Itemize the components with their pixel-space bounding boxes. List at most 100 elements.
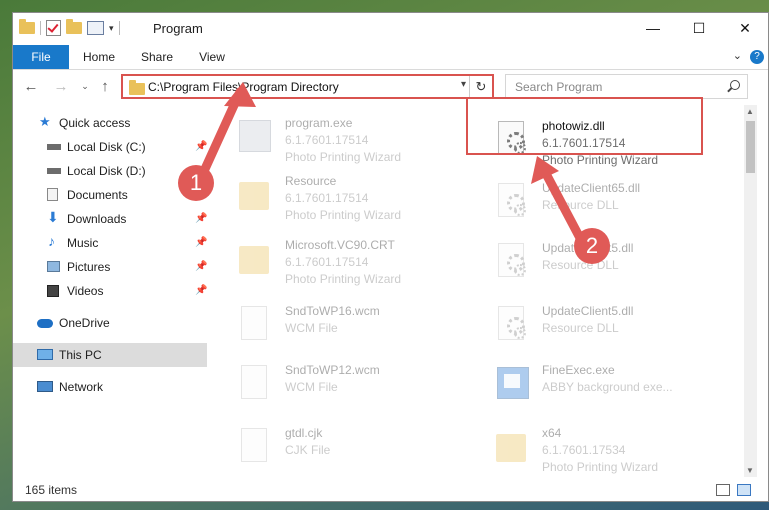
properties-check-icon[interactable] [46,20,61,36]
sidebar-item-network[interactable]: Network [13,375,207,399]
pin-icon: 📌 [195,285,208,296]
sidebar-item-documents[interactable]: Documents 📌 [13,183,207,207]
properties-icon[interactable] [87,21,104,35]
sidebar-item-music[interactable]: ♪ Music 📌 [13,231,207,255]
maximize-button[interactable]: ☐ [676,13,722,43]
sidebar-item-local-disk-c[interactable]: Local Disk (C:) 📌 [13,135,207,159]
file-name: gtdl.cjk [285,426,323,440]
file-icon [241,306,267,340]
ribbon-tabs: File Home Share View ⌄ ? [13,45,768,70]
sidebar-item-quick-access[interactable]: ★ Quick access [13,111,207,135]
title-bar: ▾ Program — ☐ ✕ [13,13,768,45]
new-folder-icon[interactable] [66,19,82,34]
sidebar-item-label: Videos [67,284,104,298]
file-version: 6.1.7601.17514 [285,133,369,147]
tab-view[interactable]: View [187,45,237,69]
file-item[interactable]: UpdateClient65.dll Resource DLL [480,175,725,231]
sidebar-item-label: Documents [67,188,128,202]
back-arrow-icon[interactable]: ← [21,76,41,96]
scrollbar-thumb[interactable] [746,121,755,173]
sidebar-item-videos[interactable]: Videos 📌 [13,279,207,303]
scroll-down-arrow-icon[interactable]: ▼ [746,466,754,475]
file-item[interactable]: Microsoft.VC90.CRT 6.1.7601.17514 Photo … [223,232,468,288]
cloud-icon [37,319,53,328]
file-item[interactable]: program.exe 6.1.7601.17514 Photo Printin… [223,110,468,166]
customize-toolbar-chevron-icon[interactable]: ▾ [109,23,114,34]
folder-icon [19,19,35,34]
file-type: Resource DLL [542,321,619,335]
file-name: x64 [542,426,562,440]
dll-gear-icon [498,243,526,277]
up-arrow-icon[interactable]: ↑ [95,76,115,96]
pin-icon: 📌 [195,141,208,152]
forward-arrow-icon[interactable]: → [51,76,71,96]
file-name: SndToWP16.wcm [285,304,380,318]
address-bar[interactable]: C:\Program Files\Program Directory ▾ ↻ [121,74,494,99]
sidebar-item-local-disk-d[interactable]: Local Disk (D:) [13,159,207,183]
large-icons-view-icon[interactable] [737,484,751,496]
dll-gear-icon [498,183,526,217]
sidebar-item-label: Music [67,236,99,250]
file-version: 6.1.7601.17534 [542,443,626,457]
refresh-icon[interactable]: ↻ [469,76,492,97]
pin-icon: 📌 [195,213,208,224]
recent-locations-chevron-icon[interactable]: ⌄ [75,76,95,96]
file-name: UpdateClient65.dll [542,181,641,195]
help-icon[interactable]: ? [750,50,764,64]
address-path[interactable]: C:\Program Files\Program Directory [148,80,339,94]
tab-file[interactable]: File [13,45,69,69]
tab-share[interactable]: Share [129,45,185,69]
item-count: 165 items [25,483,78,497]
sidebar-item-label: Downloads [67,212,127,226]
minimize-button[interactable]: — [630,13,676,43]
documents-icon [47,188,58,201]
sidebar-item-label: This PC [59,348,102,362]
search-input[interactable]: Search Program [505,74,748,99]
program-icon [239,120,271,152]
file-item[interactable]: gtdl.cjk CJK File [223,420,468,476]
file-description: Photo Printing Wizard [542,460,659,474]
pictures-icon [47,261,60,272]
file-item[interactable]: UpdateClient5.dll Resource DLL [480,235,725,291]
close-button[interactable]: ✕ [722,13,768,43]
search-icon[interactable] [730,80,740,90]
videos-icon [47,285,59,297]
file-description: Photo Printing Wizard [285,208,402,222]
file-name: UpdateClient5.dll [542,304,634,318]
music-icon: ♪ [48,233,55,249]
file-list: program.exe 6.1.7601.17514 Photo Printin… [218,105,743,477]
drive-icon [47,168,61,174]
file-item[interactable]: x64 6.1.7601.17534 Photo Printing Wizard [480,420,725,476]
window-controls: — ☐ ✕ [630,13,768,43]
toolbar-divider [40,21,41,35]
vertical-scrollbar[interactable]: ▲ ▼ [744,105,757,477]
sidebar-item-downloads[interactable]: ⬇ Downloads 📌 [13,207,207,231]
tab-home[interactable]: Home [71,45,127,69]
sidebar-item-pictures[interactable]: Pictures 📌 [13,255,207,279]
exe-icon [497,367,529,399]
folder-icon [239,182,269,210]
sidebar-item-label: OneDrive [59,316,110,330]
file-description: Photo Printing Wizard [285,272,402,286]
file-item[interactable]: FineExec.exe ABBY background exe... [480,357,725,413]
file-description: Photo Printing Wizard [285,150,402,164]
file-item[interactable]: SndToWP12.wcm WCM File [223,357,468,413]
sidebar-item-onedrive[interactable]: OneDrive [13,311,207,335]
expand-ribbon-chevron-icon[interactable]: ⌄ [733,49,742,62]
address-dropdown-chevron-icon[interactable]: ▾ [461,79,466,90]
status-bar: 165 items [13,478,768,501]
details-view-icon[interactable] [716,484,730,496]
network-icon [37,381,53,392]
sidebar-item-label: Quick access [59,116,131,130]
file-item[interactable]: UpdateClient5.dll Resource DLL [480,298,725,354]
dll-gear-icon [498,306,526,340]
file-item[interactable]: Resource 6.1.7601.17514 Photo Printing W… [223,168,468,224]
explorer-window: ▾ Program — ☐ ✕ File Home Share View ⌄ ?… [12,12,769,502]
scroll-up-arrow-icon[interactable]: ▲ [746,107,754,116]
highlight-box [466,97,703,155]
window-title: Program [153,21,203,36]
computer-icon [37,349,53,360]
sidebar-item-this-pc[interactable]: This PC [13,343,207,367]
file-item[interactable]: SndToWP16.wcm WCM File [223,298,468,354]
file-name: Microsoft.VC90.CRT [285,238,395,252]
